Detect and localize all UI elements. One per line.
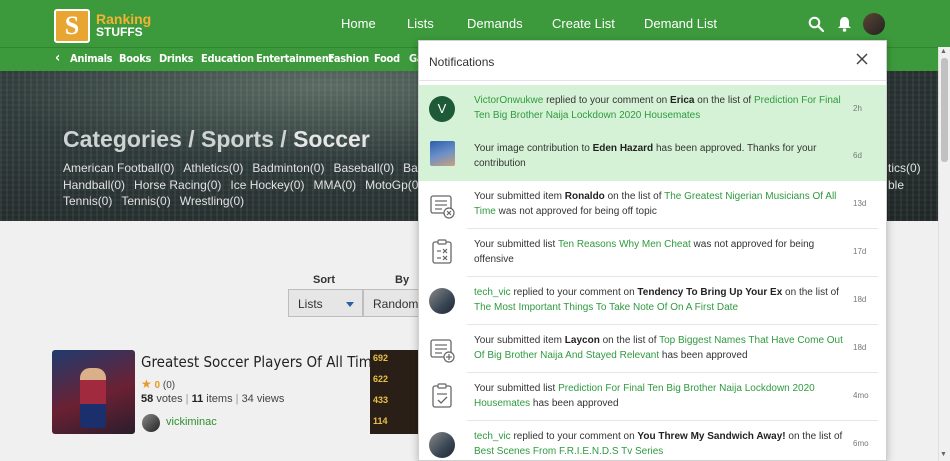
subcategory-row: Handball(0) Horse Racing(0) Ice Hockey(0) M… <box>63 178 450 192</box>
category-entertainment[interactable]: Entertainment <box>256 52 333 65</box>
avatar <box>429 432 455 458</box>
page-title: Categories / Sports / Soccer <box>63 126 370 152</box>
notification-item[interactable]: tech_vic replied to your comment on You … <box>419 421 886 460</box>
subcategory-link[interactable]: American Football(0) <box>63 161 174 175</box>
list-title[interactable]: Greatest Soccer Players Of All Time <box>141 353 380 371</box>
by-label: By <box>395 274 410 286</box>
subcategory-link[interactable]: Ice Hockey(0) <box>230 178 304 192</box>
clipboard-x-icon <box>430 195 455 219</box>
notification-time: 4mo <box>853 391 869 400</box>
notification-time: 13d <box>853 199 867 208</box>
image-thumbnail <box>430 141 455 166</box>
notification-time: 6mo <box>853 439 869 448</box>
nav-create-list[interactable]: Create List <box>552 16 615 31</box>
list-thumbnail[interactable]: 692 622 433 114 <box>370 350 418 434</box>
subcategory-link[interactable]: Baseball(0) <box>333 161 394 175</box>
notification-item[interactable]: V VictorOnwukwe replied to your comment … <box>419 85 886 133</box>
subcategory-row: American Football(0) Athletics(0) Badminto… <box>63 161 439 175</box>
category-education[interactable]: Education <box>201 52 254 65</box>
scroll-up-arrow[interactable]: ▲ <box>940 48 947 55</box>
avatar <box>429 288 455 314</box>
subcategory-link[interactable]: Tennis(0) <box>121 194 170 208</box>
subcategory-link[interactable]: Wrestling(0) <box>180 194 244 208</box>
subcategory-link[interactable]: tics(0) <box>888 161 921 175</box>
scroll-down-arrow[interactable]: ▼ <box>940 451 947 458</box>
close-icon[interactable] <box>855 52 869 66</box>
avatar: V <box>429 96 455 122</box>
nav-home[interactable]: Home <box>341 16 376 31</box>
search-icon[interactable] <box>808 16 824 32</box>
category-books[interactable]: Books <box>119 52 151 65</box>
clipboard-plus-icon <box>430 339 455 363</box>
sort-select[interactable]: Lists <box>288 289 363 317</box>
star-icon: ★ <box>141 377 152 391</box>
subcategory-link[interactable]: MMA(0) <box>313 178 356 192</box>
nav-demand-list[interactable]: Demand List <box>644 16 717 31</box>
subcategory-link[interactable]: Horse Racing(0) <box>134 178 221 192</box>
scrollbar-thumb[interactable] <box>941 58 948 162</box>
notification-item[interactable]: Your image contribution to Eden Hazard h… <box>419 133 886 181</box>
breadcrumb-sports[interactable]: Sports <box>201 126 274 152</box>
logo-mark: S <box>54 9 90 43</box>
subcategory-link[interactable]: MotoGp(0) <box>365 178 422 192</box>
subcategory-link[interactable]: Athletics(0) <box>183 161 243 175</box>
notification-item[interactable]: Your submitted item Ronaldo on the list … <box>419 181 886 229</box>
notification-item[interactable]: Your submitted item Laycon on the list o… <box>419 325 886 373</box>
avatar[interactable] <box>142 414 160 432</box>
subcategory-link[interactable]: Handball(0) <box>63 178 125 192</box>
notification-time: 18d <box>853 295 867 304</box>
category-animals[interactable]: Animals <box>70 52 113 65</box>
category-fashion[interactable]: Fashion <box>328 52 369 65</box>
subcategory-link[interactable]: Badminton(0) <box>252 161 324 175</box>
notification-time: 17d <box>853 247 867 256</box>
notifications-title: Notifications <box>429 55 495 69</box>
logo-text-stuffs: STUFFS <box>96 25 143 39</box>
caret-down-icon <box>346 302 354 307</box>
list-author[interactable]: vickiminac <box>166 416 217 428</box>
notification-item[interactable]: Your submitted list Ten Reasons Why Men … <box>419 229 886 277</box>
notification-time: 2h <box>853 104 862 113</box>
category-drinks[interactable]: Drinks <box>159 52 194 65</box>
list-thumbnail[interactable] <box>52 350 135 434</box>
user-avatar[interactable] <box>863 13 885 35</box>
list-rating: ★ 0 (0) <box>141 377 176 391</box>
subcategory-link[interactable]: ble <box>888 178 904 192</box>
chevron-left-icon[interactable]: ‹ <box>55 50 60 66</box>
category-food[interactable]: Food <box>374 52 400 65</box>
notifications-header: Notifications <box>419 41 886 81</box>
clipboard-check-icon <box>432 383 452 408</box>
nav-demands[interactable]: Demands <box>467 16 523 31</box>
breadcrumb-categories[interactable]: Categories <box>63 126 182 152</box>
notification-time: 6d <box>853 151 862 160</box>
subcategory-link[interactable]: Tennis(0) <box>63 194 112 208</box>
site-logo[interactable]: S Ranking STUFFS <box>54 9 151 43</box>
bell-icon[interactable] <box>837 16 852 32</box>
notification-time: 18d <box>853 343 867 352</box>
sort-label: Sort <box>313 274 335 286</box>
notification-item[interactable]: Your submitted list Prediction For Final… <box>419 373 886 421</box>
notifications-panel: Notifications V VictorOnwukwe replied to… <box>418 40 887 461</box>
subcategory-row: Tennis(0) Tennis(0) Wrestling(0) <box>63 194 253 208</box>
list-stats: 58 votes | 11 items | 34 views <box>141 393 285 405</box>
breadcrumb-soccer: Soccer <box>293 126 370 152</box>
notification-item[interactable]: tech_vic replied to your comment on Tend… <box>419 277 886 325</box>
nav-lists[interactable]: Lists <box>407 16 434 31</box>
clipboard-x-icon <box>432 239 452 264</box>
by-select[interactable]: Random <box>363 289 423 317</box>
